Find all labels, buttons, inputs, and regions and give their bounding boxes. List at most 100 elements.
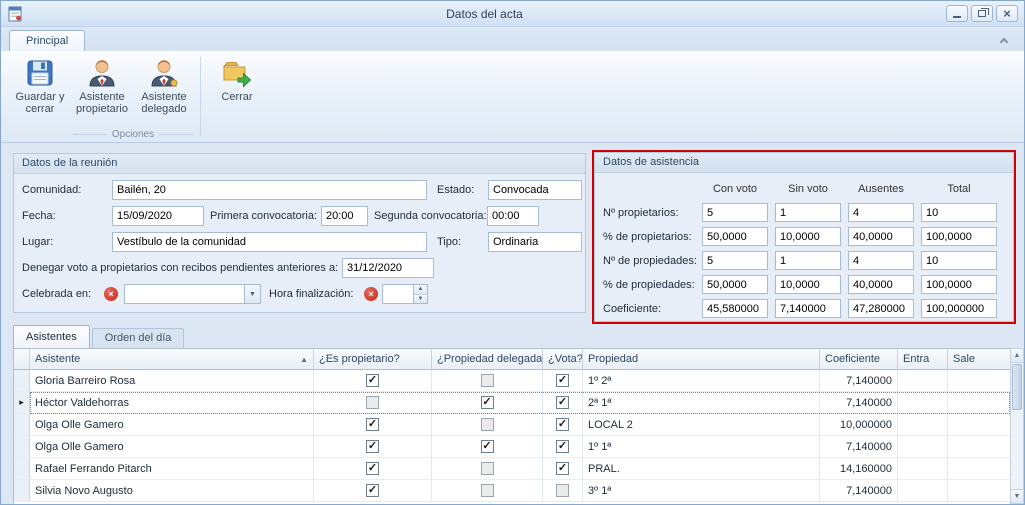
table-row[interactable]: Olga Olle Gamero ✓ ✓ LOCAL 2 10,000000 [14,414,1010,436]
asistente-delegado-button[interactable]: Asistente delegado [133,53,195,116]
scroll-down-button[interactable]: ▼ [1011,489,1023,503]
tab-asistentes[interactable]: Asistentes [13,325,90,348]
exit-folder-icon [221,57,253,89]
checkbox-vota[interactable]: ✓ [556,462,569,475]
button-label: Asistente delegado [134,91,194,115]
panel-datos-asistencia: Datos de asistencia Con voto Sin voto Au… [594,152,1014,322]
col-vota[interactable]: ¿Vota? [543,349,583,370]
attendance-value[interactable] [702,275,768,294]
attendance-value[interactable] [775,275,841,294]
attendance-value[interactable] [921,227,997,246]
checkbox-vota[interactable] [556,484,569,497]
segunda-convocatoria-field[interactable] [487,206,539,226]
celebrada-en-input[interactable] [125,285,244,303]
cell-sale [948,436,1010,458]
hora-finalizacion-input[interactable] [383,285,413,303]
scrollbar-thumb[interactable] [1012,364,1022,410]
restore-icon [978,10,986,17]
checkbox-propiedad-delegada[interactable] [481,484,494,497]
checkbox-es-propietario[interactable]: ✓ [366,484,379,497]
celebrada-en-combo[interactable]: ▼ [124,284,261,304]
tipo-field[interactable] [488,232,582,252]
attendance-value[interactable] [848,227,914,246]
attendance-value[interactable] [775,299,841,318]
attendance-value[interactable] [775,251,841,270]
row-label: Coeficiente: [603,303,695,315]
collapse-ribbon-button[interactable] [996,33,1012,47]
fecha-field[interactable] [112,206,204,226]
attendance-value[interactable] [848,203,914,222]
attendance-value[interactable] [702,299,768,318]
col-entra[interactable]: Entra [898,349,948,370]
col-propiedad-delegada[interactable]: ¿Propiedad delegada? [432,349,543,370]
ribbon-group-save: Guardar y cerrar [9,53,71,142]
cell-propiedad: PRAL. [583,458,820,480]
attendance-value[interactable] [775,203,841,222]
primera-convocatoria-field[interactable] [321,206,368,226]
checkbox-vota[interactable]: ✓ [556,396,569,409]
attendance-value[interactable] [702,251,768,270]
checkbox-es-propietario[interactable]: ✓ [366,418,379,431]
spin-up-button[interactable]: ▲ [414,285,427,294]
attendance-value[interactable] [775,227,841,246]
table-row[interactable]: Olga Olle Gamero ✓ ✓ ✓ 1º 1ª 7,140000 [14,436,1010,458]
col-sale[interactable]: Sale [948,349,1010,370]
col-asistente[interactable]: Asistente▲ [30,349,314,370]
cerrar-button[interactable]: Cerrar [206,53,268,104]
attendance-value[interactable] [921,275,997,294]
checkbox-es-propietario[interactable]: ✓ [366,440,379,453]
table-row[interactable]: Silvia Novo Augusto ✓ 3º 1ª 7,140000 [14,480,1010,502]
checkbox-propiedad-delegada[interactable]: ✓ [481,396,494,409]
spin-down-button[interactable]: ▼ [414,294,427,304]
chevron-down-icon: ▼ [249,291,256,298]
minimize-button[interactable] [946,5,968,22]
window-title: Datos del acta [23,7,946,21]
checkbox-propiedad-delegada[interactable] [481,374,494,387]
attendance-value[interactable] [921,299,997,318]
table-row[interactable]: Gloria Barreiro Rosa ✓ ✓ 1º 2ª 7,140000 [14,370,1010,392]
close-button[interactable]: × [996,5,1018,22]
attendance-value[interactable] [921,251,997,270]
attendance-value[interactable] [702,227,768,246]
attendance-value[interactable] [848,275,914,294]
row-label: Nº propietarios: [603,207,695,219]
lugar-field[interactable] [112,232,427,252]
chevron-up-icon [1000,37,1008,45]
checkbox-vota[interactable]: ✓ [556,418,569,431]
guardar-y-cerrar-button[interactable]: Guardar y cerrar [9,53,71,116]
restore-button[interactable] [971,5,993,22]
checkbox-propiedad-delegada[interactable]: ✓ [481,440,494,453]
checkbox-es-propietario[interactable]: ✓ [366,374,379,387]
validation-error-icon: × [364,287,378,301]
attendance-value[interactable] [848,299,914,318]
ribbon-group-opciones: Asistente propietario Asistente delegado… [71,53,195,142]
dropdown-button[interactable]: ▼ [244,285,260,303]
vertical-scrollbar[interactable]: ▲ ▼ [1010,348,1024,504]
attendance-value[interactable] [702,203,768,222]
attendance-value[interactable] [921,203,997,222]
col-es-propietario[interactable]: ¿Es propietario? [314,349,432,370]
sort-asc-icon: ▲ [300,355,308,364]
checkbox-es-propietario[interactable]: ✓ [366,462,379,475]
attendance-value[interactable] [848,251,914,270]
checkbox-propiedad-delegada[interactable] [481,418,494,431]
checkbox-es-propietario[interactable] [366,396,379,409]
title-bar: Datos del acta × [1,1,1024,27]
table-row-selected[interactable]: ▸ Héctor Valdehorras ✓ ✓ 2ª 1ª 7,140000 [14,392,1010,414]
scroll-up-button[interactable]: ▲ [1011,349,1023,363]
denegar-voto-field[interactable] [342,258,434,278]
col-coeficiente[interactable]: Coeficiente [820,349,898,370]
button-label: Cerrar [221,91,252,103]
estado-field[interactable] [488,180,582,200]
checkbox-propiedad-delegada[interactable] [481,462,494,475]
tab-orden-del-dia[interactable]: Orden del día [92,328,185,348]
cell-asistente: Olga Olle Gamero [30,414,314,436]
checkbox-vota[interactable]: ✓ [556,440,569,453]
table-row[interactable]: Rafael Ferrando Pitarch ✓ ✓ PRAL. 14,160… [14,458,1010,480]
col-propiedad[interactable]: Propiedad [583,349,820,370]
checkbox-vota[interactable]: ✓ [556,374,569,387]
tab-principal[interactable]: Principal [9,30,85,51]
comunidad-field[interactable] [112,180,427,200]
asistente-propietario-button[interactable]: Asistente propietario [71,53,133,116]
hora-finalizacion-spinner[interactable]: ▲ ▼ [382,284,428,304]
